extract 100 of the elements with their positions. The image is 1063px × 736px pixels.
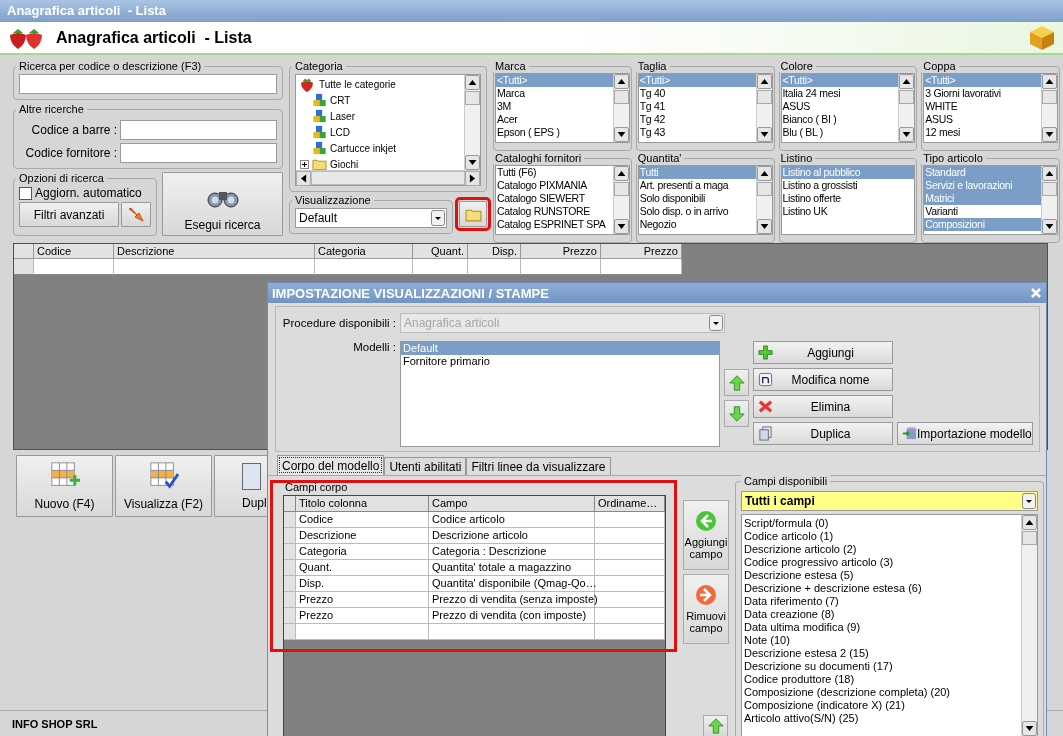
- scroll-down-icon[interactable]: [1042, 219, 1057, 234]
- view-dropdown[interactable]: Default: [295, 208, 447, 228]
- scrollbar[interactable]: [755, 74, 772, 142]
- list-item[interactable]: 3M: [496, 100, 613, 113]
- checkbox[interactable]: [19, 186, 32, 200]
- list-item[interactable]: Descrizione articolo (2): [744, 543, 1019, 556]
- scroll-down-icon[interactable]: [465, 155, 480, 170]
- filter-arrow-button[interactable]: [121, 202, 151, 227]
- column-header[interactable]: Categoria: [315, 244, 413, 259]
- list-item[interactable]: Catalogo PIXMANIA: [496, 179, 613, 192]
- scrollbar[interactable]: [755, 166, 772, 234]
- list-item[interactable]: Note (10): [744, 634, 1019, 647]
- list-item[interactable]: Composizione (descrizione completa) (20): [744, 686, 1019, 699]
- list-item[interactable]: Codice progressivo articolo (3): [744, 556, 1019, 569]
- column-header[interactable]: Codice: [34, 244, 114, 259]
- list-item[interactable]: Descrizione su documenti (17): [744, 660, 1019, 673]
- scroll-up-icon[interactable]: [613, 166, 629, 181]
- scroll-thumb[interactable]: [613, 182, 629, 196]
- tab[interactable]: Filtri linee da visualizzare: [466, 457, 611, 475]
- list-item[interactable]: Articolo attivo(S/N) (25): [744, 712, 1019, 725]
- tab[interactable]: Corpo del modello: [277, 455, 385, 475]
- action-button[interactable]: Nuovo (F4): [16, 455, 113, 517]
- scroll-down-icon[interactable]: [613, 219, 629, 234]
- scrollbar[interactable]: [612, 166, 629, 234]
- scroll-right-icon[interactable]: [465, 171, 480, 186]
- close-icon[interactable]: [1030, 287, 1042, 299]
- column-header[interactable]: Disp.: [468, 244, 521, 259]
- scrollbar[interactable]: [296, 170, 480, 185]
- model-button[interactable]: Importazione modello: [897, 422, 1033, 445]
- fields-filter-dropdown[interactable]: Tutti i campi: [741, 491, 1038, 511]
- list-item[interactable]: Script/formula (0): [744, 517, 1019, 530]
- list-item[interactable]: Tg 42: [638, 113, 756, 126]
- list-item[interactable]: Catalog ESPRINET SPA: [496, 218, 613, 231]
- list-item[interactable]: Data creazione (8): [744, 608, 1019, 621]
- scrollbar[interactable]: [898, 74, 915, 142]
- model-button[interactable]: Duplica: [753, 422, 893, 445]
- scroll-thumb[interactable]: [1022, 531, 1037, 545]
- list-item[interactable]: Bianco ( BI ): [781, 113, 899, 126]
- column-header[interactable]: Descrizione: [114, 244, 315, 259]
- list-item[interactable]: 3 Giorni lavorativi: [924, 87, 1041, 100]
- field-button[interactable]: Rimuovi campo: [683, 574, 729, 644]
- tree-item[interactable]: CRT: [330, 94, 351, 106]
- scroll-thumb[interactable]: [899, 90, 915, 104]
- tree-item[interactable]: Tutte le categorie: [319, 78, 396, 90]
- move-up-button[interactable]: [703, 715, 728, 736]
- list-item[interactable]: Data riferimento (7): [744, 595, 1019, 608]
- scroll-down-icon[interactable]: [756, 127, 772, 142]
- scroll-up-icon[interactable]: [756, 166, 772, 181]
- model-button[interactable]: Modifica nome: [753, 368, 893, 391]
- column-header[interactable]: Campo: [429, 496, 595, 512]
- scroll-left-icon[interactable]: [296, 171, 311, 186]
- list-item[interactable]: Data ultima modifica (9): [744, 621, 1019, 634]
- column-header[interactable]: Quant.: [413, 244, 468, 259]
- list-item[interactable]: Varianti: [924, 205, 1041, 218]
- scroll-up-icon[interactable]: [899, 74, 915, 89]
- expand-icon[interactable]: [300, 159, 309, 169]
- list-item[interactable]: Tg 41: [638, 100, 756, 113]
- list-item[interactable]: Negozio: [638, 218, 756, 231]
- column-header[interactable]: Ordiname…: [595, 496, 665, 512]
- column-header[interactable]: Titolo colonna: [296, 496, 429, 512]
- tab[interactable]: Utenti abilitati: [384, 457, 467, 475]
- list-item[interactable]: Catalogo SIEWERT: [496, 192, 613, 205]
- list-item[interactable]: Italia 24 mesi: [781, 87, 899, 100]
- list-item[interactable]: Art. presenti a maga: [638, 179, 756, 192]
- list-item[interactable]: Tutti (F6): [496, 166, 613, 179]
- scroll-down-icon[interactable]: [899, 127, 915, 142]
- scroll-up-icon[interactable]: [1042, 166, 1057, 181]
- tree-item[interactable]: Giochi: [330, 158, 359, 170]
- list-item[interactable]: Solo disp. o in arrivo: [638, 205, 756, 218]
- scrollbar[interactable]: [1041, 166, 1057, 234]
- list-item[interactable]: Fornitore primario: [401, 355, 719, 368]
- list-item[interactable]: Blu ( BL ): [781, 126, 899, 139]
- list-item[interactable]: Epson ( EPS ): [496, 126, 613, 139]
- list-item[interactable]: Descrizione estesa (5): [744, 569, 1019, 582]
- scroll-down-icon[interactable]: [613, 127, 629, 142]
- scroll-up-icon[interactable]: [1042, 74, 1057, 89]
- scroll-thumb[interactable]: [465, 91, 480, 105]
- scroll-up-icon[interactable]: [1022, 515, 1037, 530]
- search-field[interactable]: [19, 74, 277, 94]
- list-item[interactable]: Listino UK: [781, 205, 915, 218]
- run-search-button[interactable]: Esegui ricerca: [162, 172, 283, 236]
- model-button[interactable]: Aggiungi: [753, 341, 893, 364]
- list-item[interactable]: ASUS: [781, 100, 899, 113]
- list-item[interactable]: Codice articolo (1): [744, 530, 1019, 543]
- list-item[interactable]: ASUS: [924, 113, 1041, 126]
- scroll-up-icon[interactable]: [756, 74, 772, 89]
- move-up-button[interactable]: [724, 369, 749, 396]
- list-item[interactable]: Descrizione + descrizione estesa (6): [744, 582, 1019, 595]
- tree-item[interactable]: LCD: [330, 126, 350, 138]
- list-item[interactable]: Solo disponibili: [638, 192, 756, 205]
- list-item[interactable]: Tg 43: [638, 126, 756, 139]
- scrollbar[interactable]: [1041, 74, 1057, 142]
- list-item[interactable]: 12 mesi: [924, 126, 1041, 139]
- tree-item[interactable]: Cartucce inkjet: [330, 142, 397, 154]
- model-button[interactable]: Elimina: [753, 395, 893, 418]
- list-item[interactable]: Listino a grossisti: [781, 179, 915, 192]
- scroll-thumb[interactable]: [756, 182, 772, 196]
- scroll-down-icon[interactable]: [1042, 127, 1057, 142]
- column-header[interactable]: Prezzo: [601, 244, 682, 259]
- list-item[interactable]: WHITE: [924, 100, 1041, 113]
